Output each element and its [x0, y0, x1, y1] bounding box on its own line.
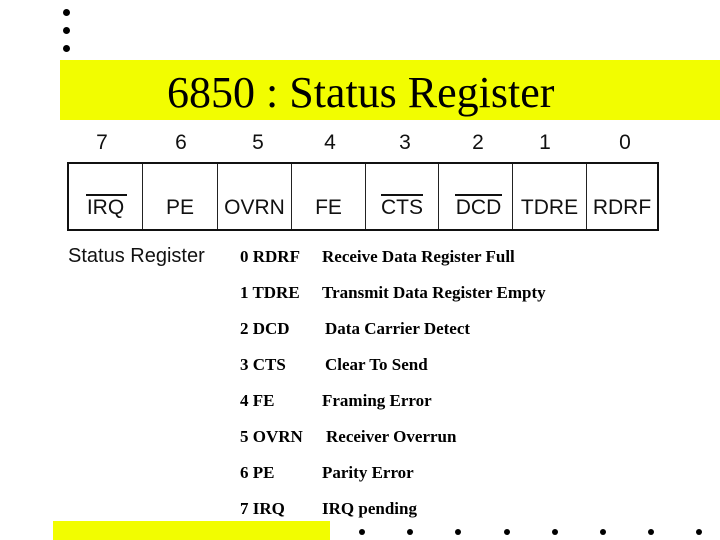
bullet-dot — [63, 27, 70, 34]
footer-dot — [696, 529, 702, 535]
cell-label: OVRN — [224, 196, 285, 219]
footer-dot — [648, 529, 654, 535]
bit-description-item: 1 TDRE Transmit Data Register Empty — [240, 282, 546, 304]
bit-number: 5 — [252, 131, 264, 154]
bit-description-item: 4 FE Framing Error — [240, 390, 432, 412]
bit-description: Parity Error — [322, 463, 414, 482]
bit-number: 3 — [399, 131, 411, 154]
bit-code: 6 PE — [240, 463, 275, 482]
bit-number: 7 — [96, 131, 108, 154]
bit-number: 2 — [472, 131, 484, 154]
bit-description: Transmit Data Register Empty — [322, 283, 546, 302]
bit-description-item: 3 CTS Clear To Send — [240, 354, 428, 376]
bit-code: 2 DCD — [240, 319, 290, 338]
bit-code: 0 RDRF — [240, 247, 300, 266]
bit-description: IRQ pending — [322, 499, 417, 518]
bit-number: 1 — [539, 131, 551, 154]
register-cell-pe: PE — [143, 164, 218, 229]
bit-number: 6 — [175, 131, 187, 154]
register-cell-dcd: DCD — [439, 164, 513, 229]
bit-description-item: 7 IRQ IRQ pending — [240, 498, 417, 520]
footer-dot — [359, 529, 365, 535]
bullet-dot — [63, 9, 70, 16]
footer-bar — [53, 521, 330, 540]
register-cell-ovrn: OVRN — [218, 164, 292, 229]
bit-description-item: 2 DCD Data Carrier Detect — [240, 318, 470, 340]
bit-code: 3 CTS — [240, 355, 286, 374]
cell-label: CTS — [381, 196, 423, 219]
footer-dot — [600, 529, 606, 535]
footer-dot — [455, 529, 461, 535]
bit-description-item: 0 RDRF Receive Data Register Full — [240, 246, 515, 268]
cell-label: IRQ — [86, 196, 125, 219]
bit-description-item: 6 PE Parity Error — [240, 462, 414, 484]
bit-number: 0 — [619, 131, 631, 154]
register-cell-rdrf: RDRF — [587, 164, 657, 229]
register-cell-fe: FE — [292, 164, 366, 229]
cell-label: FE — [315, 196, 342, 219]
slide-title: 6850 : Status Register — [167, 68, 555, 117]
footer-dot — [407, 529, 413, 535]
bit-description: Data Carrier Detect — [325, 319, 471, 338]
bit-description: Receive Data Register Full — [322, 247, 515, 266]
bit-code: 1 TDRE — [240, 283, 300, 302]
title-bar: 6850 : Status Register — [60, 60, 720, 120]
bit-description-item: 5 OVRN Receiver Overrun — [240, 426, 456, 448]
cell-label: DCD — [455, 196, 502, 219]
register-cell-irq: IRQ — [69, 164, 143, 229]
register-cell-tdre: TDRE — [513, 164, 587, 229]
bit-code: 4 FE — [240, 391, 275, 410]
footer-dot — [552, 529, 558, 535]
status-register-diagram: IRQ PE OVRN FE CTS DCD TDRE RDRF — [67, 162, 659, 231]
bit-description: Receiver Overrun — [326, 427, 457, 446]
bit-code: 7 IRQ — [240, 499, 285, 518]
cell-label: PE — [165, 196, 194, 219]
bit-description: Framing Error — [322, 391, 432, 410]
bit-description: Clear To Send — [325, 355, 428, 374]
bullet-dot — [63, 45, 70, 52]
cell-label: RDRF — [592, 196, 652, 219]
footer-dot — [504, 529, 510, 535]
bit-number: 4 — [324, 131, 336, 154]
register-caption: Status Register — [68, 245, 205, 267]
cell-label: TDRE — [520, 196, 579, 219]
bit-code: 5 OVRN — [240, 427, 303, 446]
register-cell-cts: CTS — [366, 164, 439, 229]
